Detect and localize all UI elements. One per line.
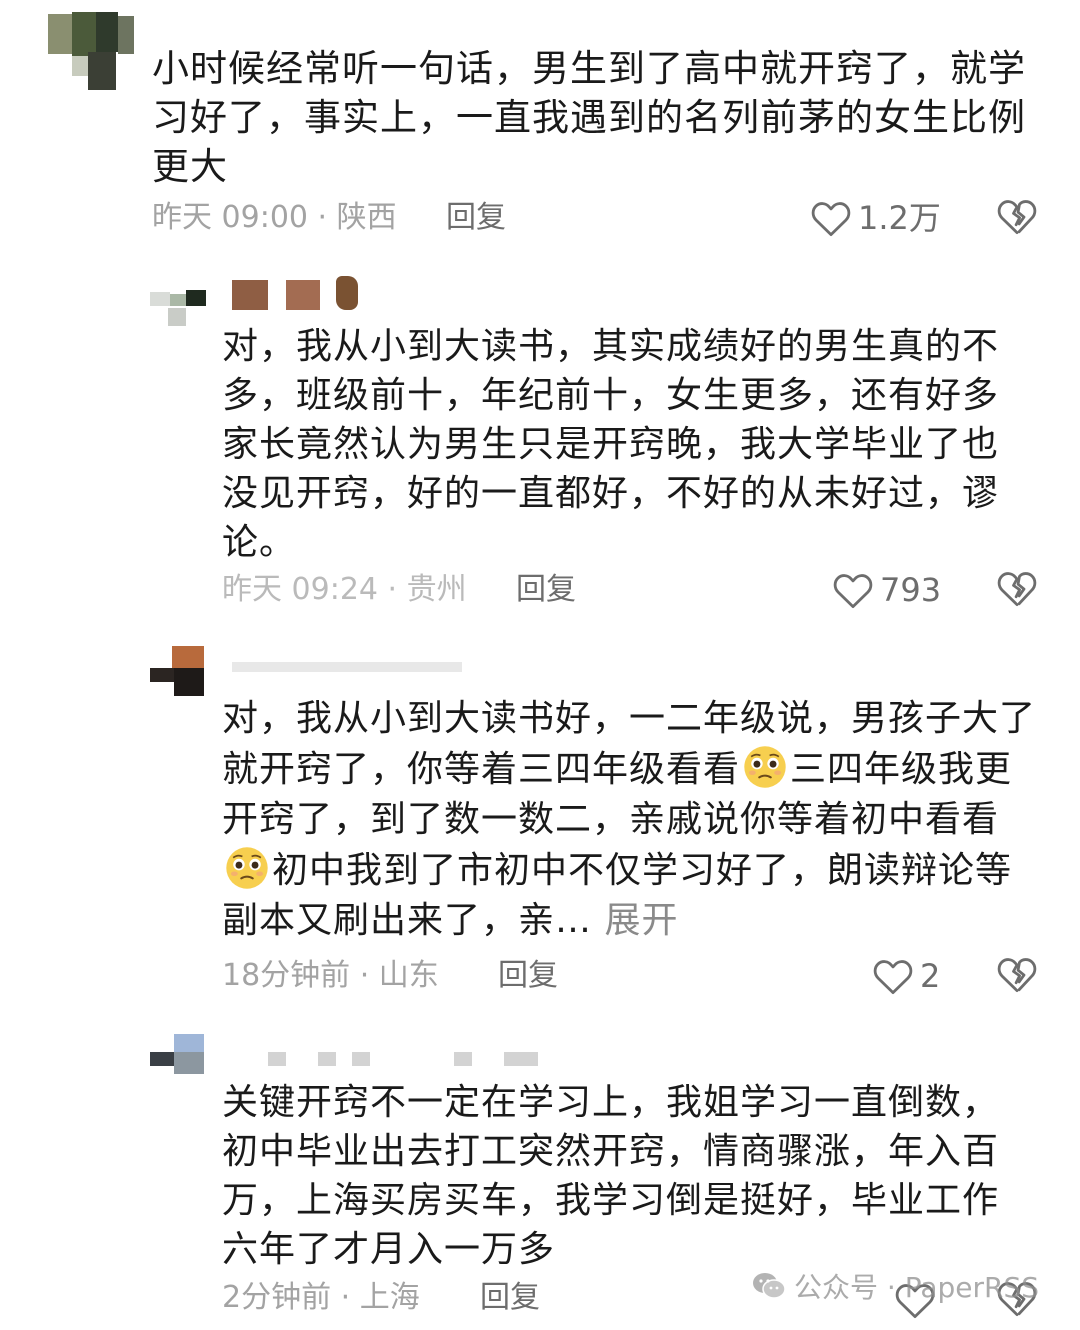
comment-meta: 18分钟前 · 山东 bbox=[222, 958, 439, 993]
broken-heart-icon bbox=[997, 200, 1037, 235]
reply-item: 对，我从小到大读书好，一二年级说，男孩子大了就开窍了，你等着三四年级看看 三四年级… bbox=[0, 630, 1080, 1020]
reply-button[interactable]: 回复 bbox=[480, 1276, 540, 1320]
like-count: 2 bbox=[920, 957, 941, 995]
username[interactable] bbox=[232, 656, 462, 696]
comment-text: 小时候经常听一句话，男生到了高中就开窍了，就学习好了，事实上，一直我遇到的名列前… bbox=[152, 47, 1026, 188]
reply-button[interactable]: 回复 bbox=[446, 196, 506, 240]
comment-item: 小时候经常听一句话，男生到了高中就开窍了，就学习好了，事实上，一直我遇到的名列前… bbox=[0, 0, 1080, 250]
avatar[interactable] bbox=[150, 288, 206, 328]
avatar[interactable] bbox=[42, 12, 134, 90]
username[interactable] bbox=[232, 276, 372, 316]
comment-text: 关键开窍不一定在学习上，我姐学习一直倒数，初中毕业出去打工突然开窍，情商骤涨，年… bbox=[222, 1082, 1000, 1270]
dislike-button[interactable] bbox=[996, 196, 1040, 240]
broken-heart-icon bbox=[997, 958, 1037, 993]
avatar[interactable] bbox=[150, 646, 204, 696]
avatar[interactable] bbox=[150, 1034, 204, 1074]
like-button[interactable]: 1.2万 bbox=[810, 196, 941, 240]
expand-link[interactable]: 展开 bbox=[604, 900, 678, 941]
watermark: 公众号 · PaperRSS bbox=[752, 1266, 1039, 1306]
heart-icon bbox=[873, 960, 913, 995]
comment-meta: 2分钟前 · 上海 bbox=[222, 1280, 420, 1315]
dislike-button[interactable] bbox=[996, 954, 1040, 998]
reply-item: 对，我从小到大读书，其实成绩好的男生真的不多，班级前十，年纪前十，女生更多，还有… bbox=[0, 250, 1080, 630]
heart-icon bbox=[811, 202, 851, 237]
pleading-face-emoji bbox=[226, 847, 268, 889]
dislike-button[interactable] bbox=[996, 568, 1040, 612]
comment-meta: 昨天 09:00 · 陕西 bbox=[152, 200, 397, 235]
wechat-icon bbox=[753, 1273, 786, 1299]
comment-text: 对，我从小到大读书，其实成绩好的男生真的不多，班级前十，年纪前十，女生更多，还有… bbox=[222, 326, 1000, 563]
heart-icon bbox=[833, 574, 873, 609]
like-count: 793 bbox=[880, 571, 942, 609]
like-count: 1.2万 bbox=[858, 199, 941, 237]
like-button[interactable]: 2 bbox=[872, 954, 940, 998]
comment-meta: 昨天 09:24 · 贵州 bbox=[222, 572, 467, 607]
reply-button[interactable]: 回复 bbox=[498, 954, 558, 998]
like-button[interactable]: 793 bbox=[832, 568, 941, 612]
pleading-face-emoji bbox=[744, 746, 786, 788]
reply-button[interactable]: 回复 bbox=[516, 568, 576, 612]
comment-text: 对，我从小到大读书好，一二年级说，男孩子大了就开窍了，你等着三四年级看看 三四年级… bbox=[222, 694, 1042, 946]
watermark-label: 公众号 · PaperRSS bbox=[794, 1271, 1040, 1304]
broken-heart-icon bbox=[997, 572, 1037, 607]
